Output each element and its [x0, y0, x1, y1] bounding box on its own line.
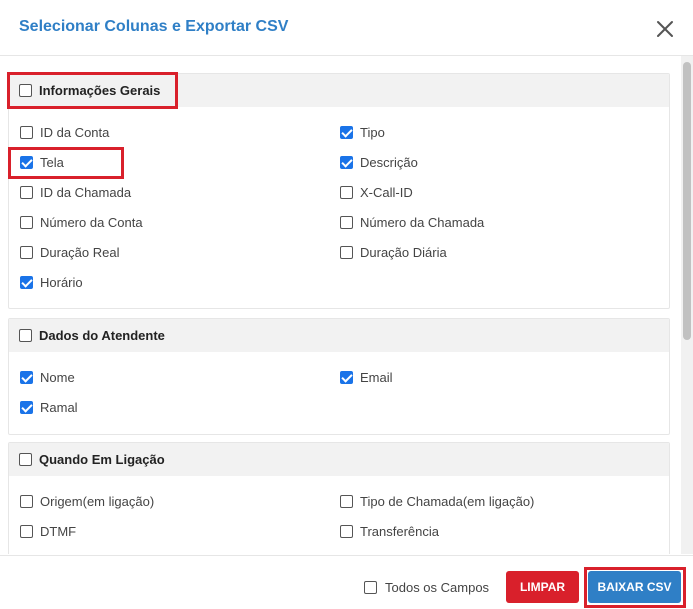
- label-nome: Nome: [40, 370, 75, 385]
- section-checkbox[interactable]: [19, 329, 32, 342]
- label-horario: Horário: [40, 275, 83, 290]
- highlight-tela: [8, 147, 124, 179]
- label-duracao-diaria: Duração Diária: [360, 245, 447, 260]
- label-x-call-id: X-Call-ID: [360, 185, 413, 200]
- section-header: Quando Em Ligação: [9, 443, 669, 476]
- dialog-content[interactable]: Informações Gerais ID da Conta Tipo Tela…: [0, 56, 680, 554]
- clear-button[interactable]: LIMPAR: [506, 571, 579, 603]
- section-title: Dados do Atendente: [39, 328, 165, 343]
- all-fields-label: Todos os Campos: [385, 580, 490, 595]
- scrollbar-thumb[interactable]: [683, 62, 691, 340]
- checkbox-horario[interactable]: [20, 276, 33, 289]
- label-dtmf: DTMF: [40, 524, 77, 539]
- all-fields-checkbox[interactable]: [364, 581, 377, 594]
- section-title: Quando Em Ligação: [39, 452, 165, 467]
- dialog-footer: Todos os Campos LIMPAR BAIXAR CSV: [0, 555, 693, 609]
- checkbox-x-call-id[interactable]: [340, 186, 353, 199]
- label-id-da-conta: ID da Conta: [40, 125, 110, 140]
- label-numero-da-chamada: Número da Chamada: [360, 215, 485, 230]
- dialog-title: Selecionar Colunas e Exportar CSV: [19, 18, 289, 35]
- checkbox-email[interactable]: [340, 371, 353, 384]
- label-tipo: Tipo: [360, 125, 385, 140]
- checkbox-origem-em-ligacao[interactable]: [20, 495, 33, 508]
- highlight-informacoes-gerais: [7, 72, 178, 109]
- label-descricao: Descrição: [360, 155, 418, 170]
- label-numero-da-conta: Número da Conta: [40, 215, 143, 230]
- checkbox-numero-da-chamada[interactable]: [340, 216, 353, 229]
- label-origem-em-ligacao: Origem(em ligação): [40, 494, 155, 509]
- label-transferencia: Transferência: [360, 524, 439, 539]
- checkbox-dtmf[interactable]: [20, 525, 33, 538]
- checkbox-tipo-de-chamada-em-ligacao[interactable]: [340, 495, 353, 508]
- checkbox-ramal[interactable]: [20, 401, 33, 414]
- checkbox-tipo[interactable]: [340, 126, 353, 139]
- checkbox-descricao[interactable]: [340, 156, 353, 169]
- checkbox-numero-da-conta[interactable]: [20, 216, 33, 229]
- checkbox-nome[interactable]: [20, 371, 33, 384]
- section-quando-em-ligacao: Quando Em Ligação Origem(em ligação) Tip…: [8, 442, 670, 554]
- label-id-da-chamada: ID da Chamada: [40, 185, 132, 200]
- label-email: Email: [360, 370, 393, 385]
- checkbox-transferencia[interactable]: [340, 525, 353, 538]
- dialog-header: Selecionar Colunas e Exportar CSV: [0, 0, 693, 56]
- label-ramal: Ramal: [40, 400, 78, 415]
- section-checkbox[interactable]: [19, 453, 32, 466]
- checkbox-duracao-diaria[interactable]: [340, 246, 353, 259]
- section-header: Dados do Atendente: [9, 319, 669, 352]
- label-tipo-de-chamada-em-ligacao: Tipo de Chamada(em ligação): [360, 494, 535, 509]
- checkbox-duracao-real[interactable]: [20, 246, 33, 259]
- highlight-download-csv: [584, 567, 686, 608]
- checkbox-id-da-conta[interactable]: [20, 126, 33, 139]
- section-dados-do-atendente: Dados do Atendente Nome Email Ramal: [8, 318, 670, 435]
- close-icon[interactable]: [652, 16, 678, 42]
- checkbox-id-da-chamada[interactable]: [20, 186, 33, 199]
- scrollbar[interactable]: [681, 56, 693, 554]
- label-duracao-real: Duração Real: [40, 245, 120, 260]
